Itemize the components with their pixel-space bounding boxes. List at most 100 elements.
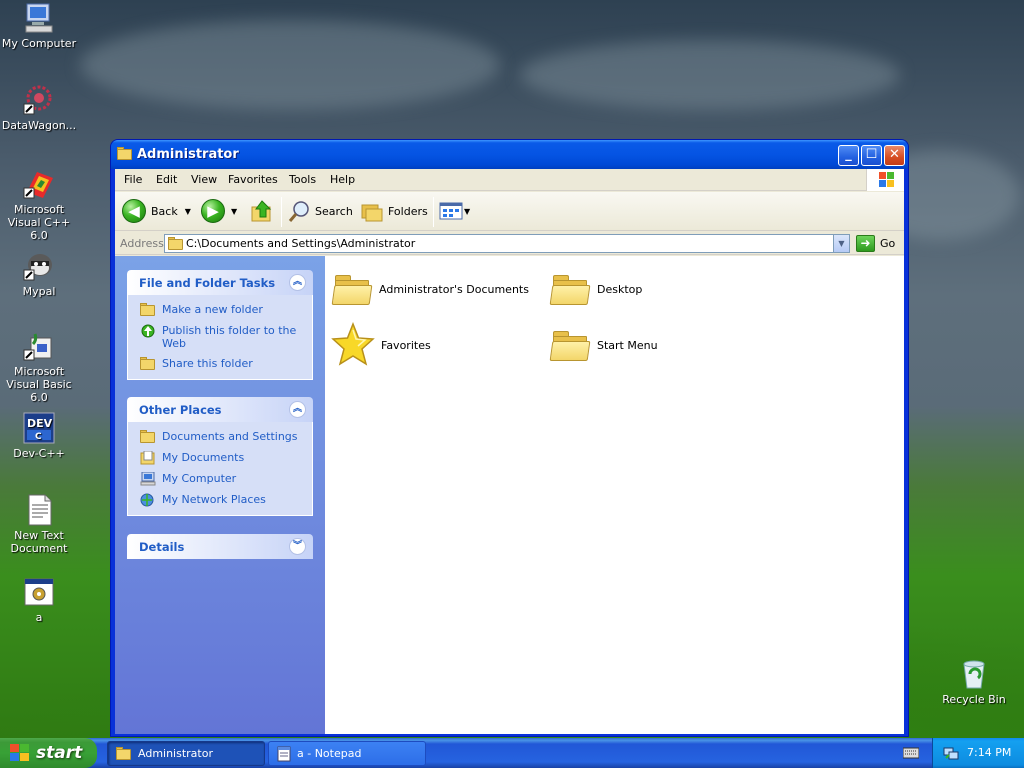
item-label: Start Menu — [597, 338, 658, 352]
my-computer-link[interactable]: My Computer — [140, 471, 306, 486]
collapse-icon[interactable]: ︽ — [289, 274, 306, 291]
title-bar[interactable]: Administrator _ ☐ ✕ — [111, 140, 908, 169]
desktop-icon-datawagon[interactable]: DataWagon... — [0, 84, 78, 132]
chevron-down-icon[interactable]: ▼ — [185, 207, 191, 216]
address-label: Address — [120, 237, 164, 250]
task-label: a - Notepad — [297, 747, 362, 760]
back-arrow-icon: ◀ — [122, 199, 146, 223]
search-label: Search — [315, 204, 353, 218]
desktop-icon-mypal[interactable]: Mypal — [0, 250, 78, 298]
panel-header[interactable]: File and Folder Tasks ︽ — [127, 270, 313, 295]
start-label: start — [36, 743, 83, 763]
expand-icon[interactable]: ︾ — [289, 538, 306, 555]
desktop-icon-label: Recycle Bin — [942, 693, 1006, 706]
collapse-icon[interactable]: ︽ — [289, 401, 306, 418]
make-new-folder-link[interactable]: Make a new folder — [140, 303, 306, 317]
panel-header[interactable]: Details ︾ — [127, 534, 313, 559]
menu-view[interactable]: View — [191, 173, 217, 186]
cloud — [520, 40, 900, 110]
forward-button[interactable]: ▶ ▼ — [201, 198, 237, 224]
keyboard-icon[interactable] — [902, 747, 920, 762]
task-label: Administrator — [138, 747, 213, 760]
panel-header[interactable]: Other Places ︽ — [127, 397, 313, 422]
folders-button[interactable]: Folders — [360, 198, 428, 224]
task-pane: File and Folder Tasks ︽ Make a new folde… — [115, 256, 325, 734]
taskbar-button-administrator[interactable]: Administrator — [107, 741, 265, 766]
folder-item-favorites[interactable]: Favorites — [331, 321, 431, 369]
item-label: Administrator's Documents — [379, 282, 529, 296]
item-label: Desktop — [597, 282, 643, 296]
link-label: Publish this folder to the Web — [162, 324, 297, 350]
menu-tools[interactable]: Tools — [289, 173, 316, 186]
close-button[interactable]: ✕ — [884, 145, 905, 166]
search-button[interactable]: Search — [287, 198, 353, 224]
desktop-icon-label: DataWagon... — [1, 119, 77, 132]
folder-icon — [116, 747, 132, 760]
window-title: Administrator — [137, 147, 239, 162]
folder-item-start-menu[interactable]: Start Menu — [549, 321, 658, 369]
minimize-button[interactable]: _ — [838, 145, 859, 166]
my-computer-icon — [140, 471, 156, 486]
address-input[interactable]: C:\Documents and Settings\Administrator … — [164, 234, 850, 253]
publish-folder-link[interactable]: Publish this folder to the Web — [140, 324, 306, 350]
notepad-icon — [277, 746, 291, 761]
desktop-icon-label: Mypal — [22, 285, 56, 298]
desktop-icon-my-computer[interactable]: My Computer — [0, 2, 78, 50]
share-folder-link[interactable]: Share this folder — [140, 357, 306, 371]
desktop-icon-visual-basic[interactable]: Microsoft Visual Basic 6.0 — [0, 330, 78, 404]
folders-label: Folders — [388, 204, 428, 218]
back-button[interactable]: ◀ Back ▼ — [122, 198, 191, 224]
desktop-icon-recycle-bin[interactable]: Recycle Bin — [935, 658, 1013, 706]
desktop-icon-visual-cpp[interactable]: Microsoft Visual C++ 6.0 — [0, 168, 78, 242]
menu-favorites[interactable]: Favorites — [228, 173, 278, 186]
toolbar-separator — [281, 197, 282, 227]
views-icon — [439, 202, 463, 220]
clock[interactable]: 7:14 PM — [967, 746, 1011, 759]
link-label: My Computer — [162, 472, 237, 485]
other-places-panel: Other Places ︽ Documents and Settings My… — [127, 397, 313, 516]
menu-help[interactable]: Help — [330, 173, 355, 186]
address-dropdown-button[interactable]: ▼ — [833, 235, 849, 252]
visual-basic-icon — [23, 330, 55, 362]
documents-and-settings-link[interactable]: Documents and Settings — [140, 430, 306, 444]
panel-body: Make a new folder Publish this folder to… — [127, 295, 313, 380]
text-document-icon — [23, 494, 55, 526]
share-folder-icon — [140, 357, 156, 371]
link-label: My Network Places — [162, 493, 266, 506]
taskbar: start Administrator a - Notepad 7:14 PM — [0, 738, 1024, 768]
my-documents-link[interactable]: My Documents — [140, 450, 306, 465]
maximize-button[interactable]: ☐ — [861, 145, 882, 166]
executable-icon — [23, 576, 55, 608]
panel-body: Documents and Settings My Documents My C… — [127, 422, 313, 516]
folder-item-desktop[interactable]: Desktop — [549, 265, 643, 313]
go-button[interactable]: ➜ Go — [856, 234, 895, 253]
mypal-icon — [23, 250, 55, 282]
up-folder-button[interactable] — [250, 198, 274, 224]
publish-web-icon — [140, 324, 156, 338]
desktop-icon-a[interactable]: a — [0, 576, 78, 624]
folder-item-administrators-documents[interactable]: Administrator's Documents — [331, 265, 529, 313]
svg-text:DEV: DEV — [27, 417, 53, 430]
folder-icon — [168, 237, 184, 250]
start-button[interactable]: start — [0, 738, 97, 768]
folder-icon — [331, 272, 373, 306]
panel-title: File and Folder Tasks — [139, 276, 276, 290]
network-places-icon — [140, 493, 156, 507]
taskbar-button-notepad[interactable]: a - Notepad — [268, 741, 426, 766]
my-network-places-link[interactable]: My Network Places — [140, 493, 306, 507]
chevron-down-icon[interactable]: ▼ — [464, 207, 470, 216]
desktop-icon-dev-cpp[interactable]: DEV C Dev-C++ — [0, 412, 78, 460]
views-button[interactable]: ▼ — [439, 198, 470, 224]
chevron-down-icon[interactable]: ▼ — [231, 207, 237, 216]
menu-edit[interactable]: Edit — [156, 173, 177, 186]
desktop: My Computer DataWagon... Microsoft Visua… — [0, 0, 1024, 738]
go-label: Go — [880, 237, 896, 250]
panel-title: Other Places — [139, 403, 222, 417]
menu-file[interactable]: File — [124, 173, 142, 186]
dev-cpp-icon: DEV C — [23, 412, 55, 444]
desktop-icon-new-text-document[interactable]: New Text Document — [0, 494, 78, 555]
network-status-icon[interactable] — [943, 745, 959, 764]
folder-icon — [549, 328, 591, 362]
desktop-icon-label: Dev-C++ — [13, 447, 65, 460]
folder-icon — [140, 430, 156, 444]
